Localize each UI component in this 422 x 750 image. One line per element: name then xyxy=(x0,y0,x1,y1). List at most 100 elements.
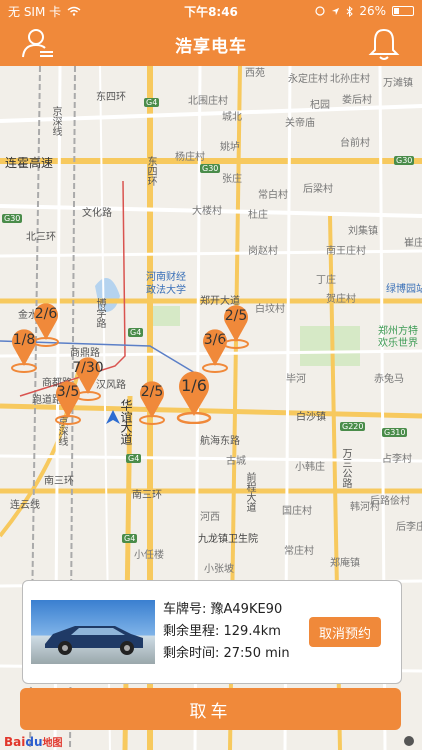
page-title: 浩享电车 xyxy=(175,36,247,57)
map-label: 西苑 xyxy=(245,68,265,79)
highway-badge: G4 xyxy=(128,328,144,337)
plate-number: 车牌号: 豫A49KE90 xyxy=(163,602,283,617)
map-label: 东四环 xyxy=(96,92,126,103)
map-label: 连云线 xyxy=(10,500,40,511)
reservation-card: 车牌号: 豫A49KE90 剩余里程: 129.4km 剩余时间: 27:50 … xyxy=(22,580,402,684)
user-menu-button[interactable] xyxy=(20,26,56,62)
battery-icon xyxy=(392,6,414,16)
map-label: 崔庄 xyxy=(404,238,422,249)
car-photo xyxy=(31,600,155,664)
map-label: 后李庄 xyxy=(396,522,422,533)
station-count: 1/8 xyxy=(12,332,36,348)
station-pin[interactable]: 2/5 xyxy=(132,376,172,426)
map-label: 绿博园站 xyxy=(386,284,422,295)
highway-badge: G4 xyxy=(126,454,142,463)
map-label: 国庄村 xyxy=(282,506,312,517)
notifications-button[interactable] xyxy=(366,26,402,62)
map-label: 张庄 xyxy=(222,174,242,185)
take-car-button[interactable]: 取车 xyxy=(20,688,401,730)
bluetooth-icon xyxy=(346,5,354,17)
map-label: 常白村 xyxy=(258,190,288,201)
map-label: 万滩镇 xyxy=(383,78,413,89)
map-label: 古城 xyxy=(226,456,246,467)
highway-badge: G30 xyxy=(394,156,415,165)
car-image xyxy=(45,626,143,655)
map-label: 南三环 xyxy=(132,490,162,501)
cancel-reservation-button[interactable]: 取消预约 xyxy=(309,617,381,647)
map-label: 东四环 xyxy=(145,156,156,186)
map-label: 前程大道 xyxy=(244,472,255,512)
map-label: 永定庄村 xyxy=(288,74,328,85)
map-label: 连霍高速 xyxy=(5,156,54,170)
highway-badge: G220 xyxy=(340,422,366,431)
map-label: 刘集镇 xyxy=(348,226,378,237)
map-label: 城北 xyxy=(222,112,242,123)
highway-badge: G30 xyxy=(200,164,221,173)
map-label: 关帝庙 xyxy=(285,118,315,129)
map-label: 北围庄村 xyxy=(188,96,228,107)
map-label: 北孙庄村 xyxy=(330,74,370,85)
baidu-map-logo: Baidu地图 xyxy=(4,734,63,749)
map-label: 河西 xyxy=(200,512,220,523)
highway-badge: G4 xyxy=(122,534,138,543)
map-compass-icon[interactable] xyxy=(404,736,414,746)
remaining-time: 剩余时间: 27:50 min xyxy=(163,646,290,661)
bell-icon xyxy=(368,28,400,60)
location-arrow-icon xyxy=(332,7,340,15)
map-label: 欢乐世界 xyxy=(378,338,418,349)
remaining-range: 剩余里程: 129.4km xyxy=(163,624,281,639)
station-pin-selected[interactable]: 1/6 xyxy=(170,366,218,424)
rotation-lock-icon xyxy=(315,6,325,16)
map-label: 台前村 xyxy=(340,138,370,149)
map-label: 娄后村 xyxy=(342,95,372,106)
nav-bar: 浩享电车 xyxy=(0,22,422,66)
station-pin[interactable]: 2/5 xyxy=(216,300,256,350)
map-label: 北三环 xyxy=(26,232,56,243)
map-label: 南三环 xyxy=(44,476,74,487)
map-label: 小韩庄 xyxy=(295,462,325,473)
map-label: 岗赵村 xyxy=(248,246,278,257)
map-label: 丁庄 xyxy=(316,275,336,286)
map-label: 占李村 xyxy=(382,454,412,465)
carrier-label: 无 SIM 卡 xyxy=(8,4,62,19)
station-count: 2/5 xyxy=(224,308,248,324)
user-menu-icon xyxy=(22,29,53,58)
station-pin[interactable]: 1/8 xyxy=(4,324,44,374)
map-label: 姚垆 xyxy=(220,142,240,153)
station-count: 1/6 xyxy=(181,376,207,395)
map-label: 南王庄村 xyxy=(326,246,366,257)
map-label: 韩河村 xyxy=(350,502,380,513)
highway-badge: G30 xyxy=(2,214,23,223)
map-label: 后梁村 xyxy=(303,184,333,195)
map-label: 小任楼 xyxy=(134,550,164,561)
battery-percent: 26% xyxy=(359,4,386,18)
map-label: 万三公路 xyxy=(340,448,351,488)
wifi-icon xyxy=(67,6,81,16)
map-label: 九龙镇卫生院 xyxy=(198,534,258,545)
logo-text: 地图 xyxy=(42,738,63,749)
logo-text: Bai xyxy=(4,735,26,749)
car-info: 车牌号: 豫A49KE90 剩余里程: 129.4km 剩余时间: 27:50 … xyxy=(163,599,290,665)
status-bar: 无 SIM 卡 下午8:46 26% xyxy=(0,0,422,22)
station-count: 3/5 xyxy=(56,384,80,400)
map-label: 白沙镇 xyxy=(296,412,326,423)
map-label: 政法大学 xyxy=(146,285,186,296)
map-label: 小张坡 xyxy=(204,564,234,575)
map-label: 航海东路 xyxy=(200,436,240,447)
map-label: 贺庄村 xyxy=(326,294,356,305)
map-label: 郑庵镇 xyxy=(330,558,360,569)
map-label: 杞园 xyxy=(310,100,330,111)
station-count: 7/30 xyxy=(72,360,104,376)
logo-text: du xyxy=(25,735,43,749)
map-label: 博学路 xyxy=(94,298,105,328)
map-label: 白坟村 xyxy=(255,304,285,315)
current-location-icon xyxy=(106,410,120,424)
map-label: 杜庄 xyxy=(248,210,268,221)
map-pin-icon xyxy=(176,371,212,424)
highway-badge: G310 xyxy=(382,428,408,437)
map-label: 毕河 xyxy=(286,374,306,385)
station-pin[interactable]: 3/5 xyxy=(48,376,88,426)
map-label: 文化路 xyxy=(82,208,112,219)
station-count: 2/5 xyxy=(140,384,164,400)
map-label: 大楼村 xyxy=(192,206,222,217)
